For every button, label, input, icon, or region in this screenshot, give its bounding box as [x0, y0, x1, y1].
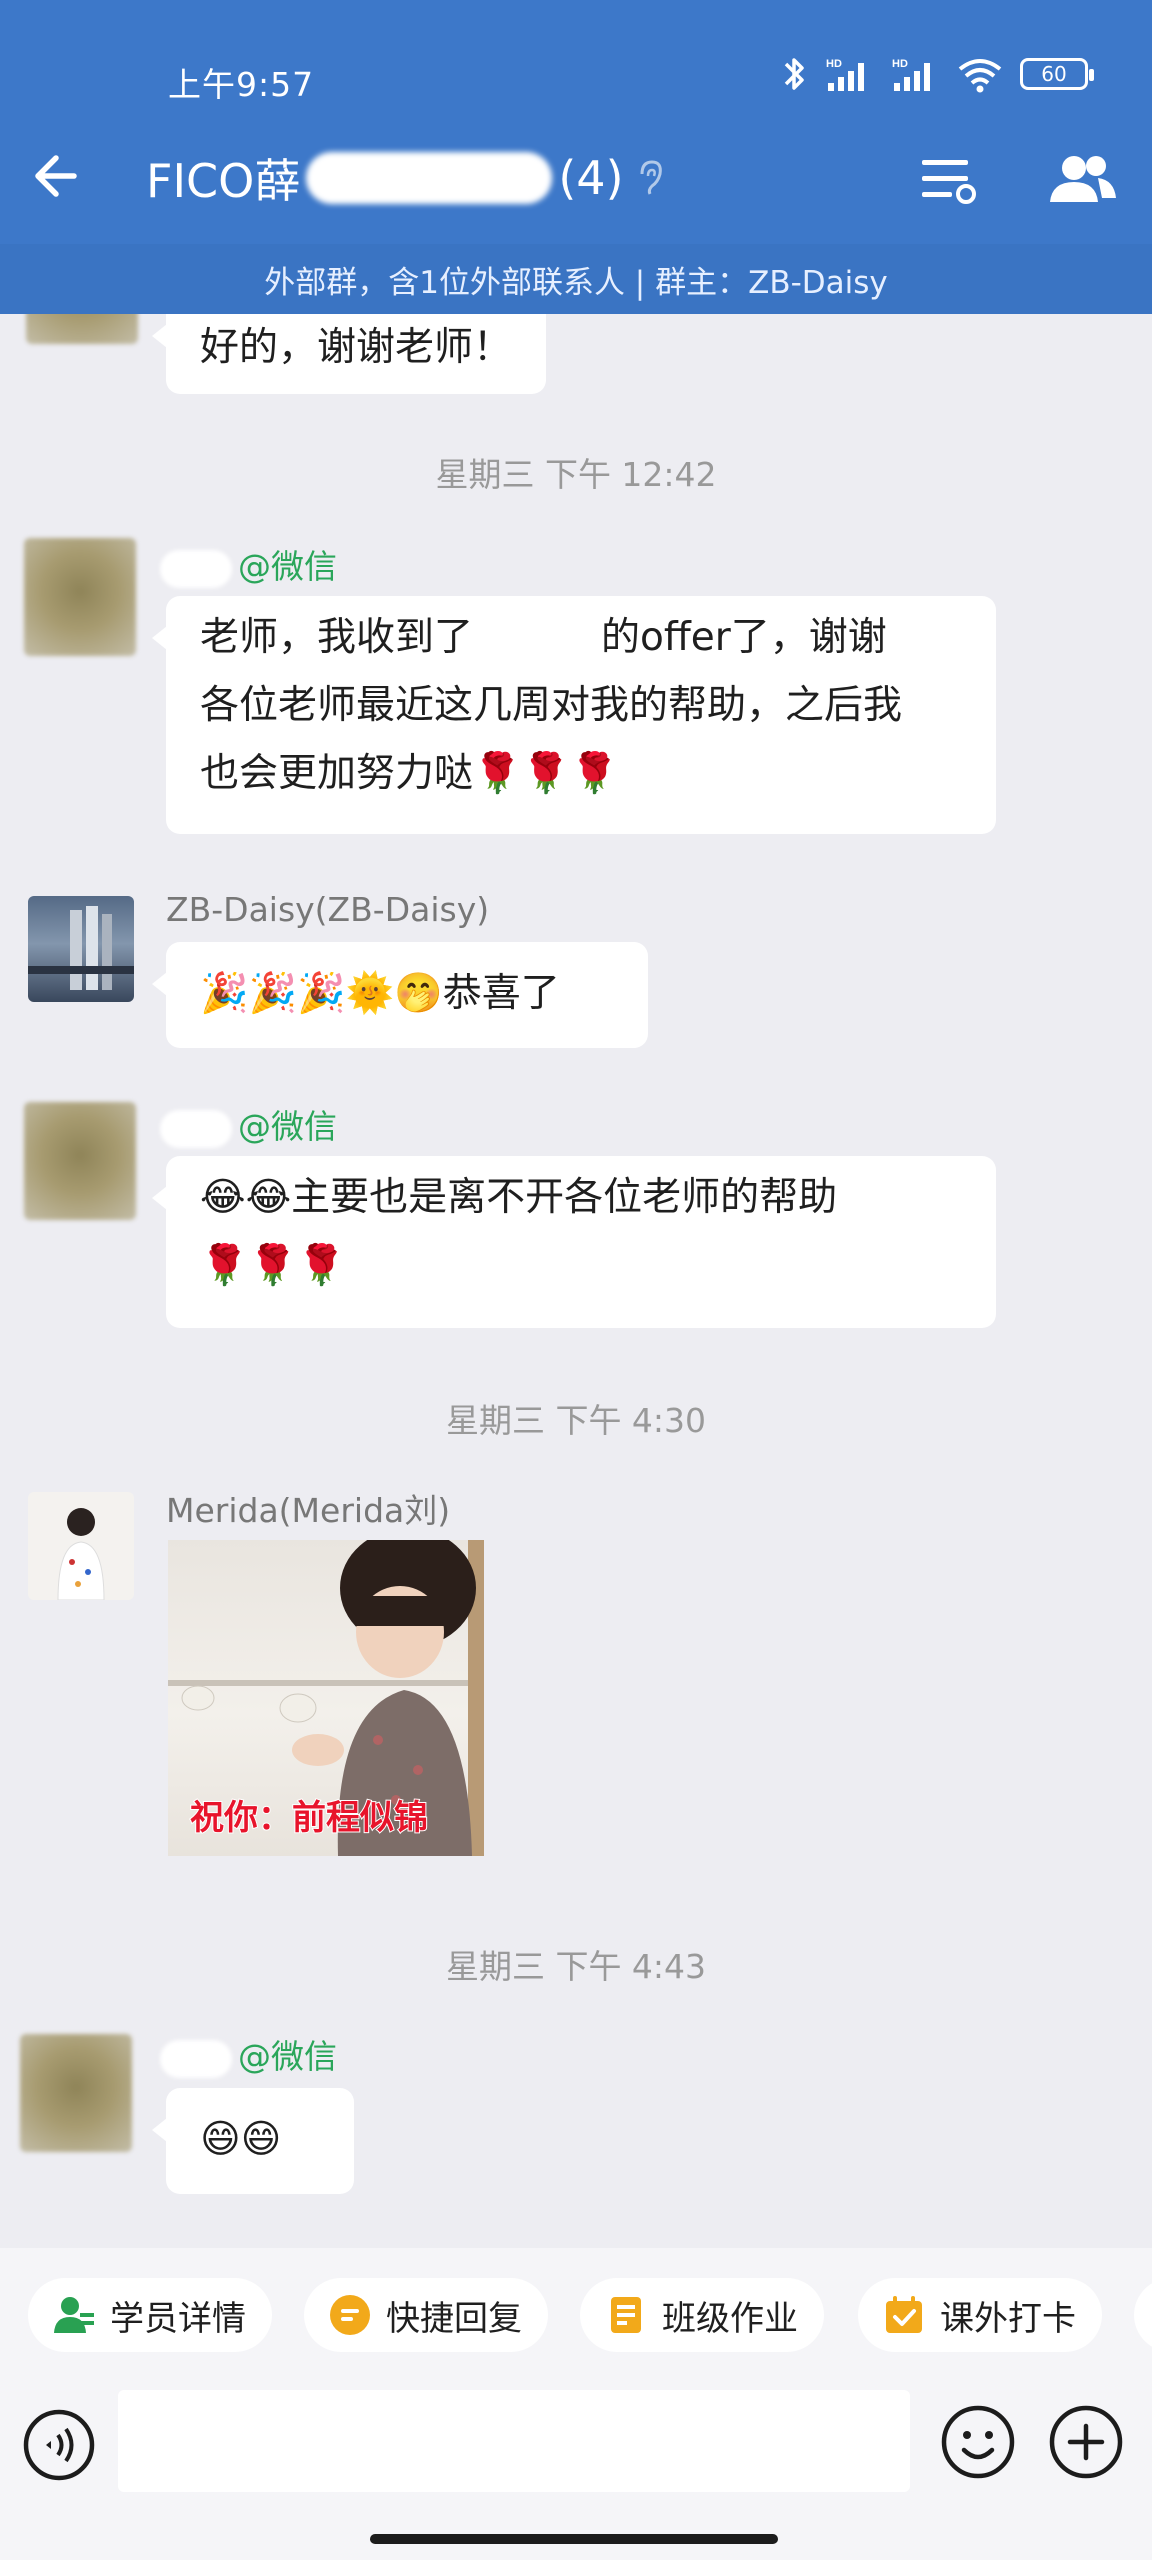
- chat-area[interactable]: 好的，谢谢老师！ 星期三 下午 12:42 @微信 老师，我收到了 的offer了…: [0, 314, 1152, 2248]
- message-line: 😂😂主要也是离不开各位老师的帮助: [200, 1175, 838, 1220]
- redacted-sender: [160, 2039, 232, 2078]
- class-homework-button[interactable]: 班级作业: [580, 2278, 824, 2352]
- sender-name: @微信: [160, 1100, 337, 1148]
- message-line: 也会更加努力哒🌹🌹🌹: [200, 751, 619, 796]
- chip-label: 学员详情: [110, 2298, 246, 2339]
- avatar[interactable]: [24, 538, 136, 656]
- avatar[interactable]: [28, 1492, 134, 1600]
- members-icon[interactable]: [1046, 148, 1120, 210]
- quick-reply-button[interactable]: 快捷回复: [304, 2278, 548, 2352]
- chip-label: 班级作业: [662, 2298, 798, 2339]
- top-bar: 上午9:57 HD HD 60 FICO薛 (4): [0, 0, 1152, 244]
- redacted-name: [306, 152, 553, 204]
- status-icons: HD HD 60: [782, 54, 1094, 94]
- chat-title-prefix: FICO薛: [146, 154, 301, 208]
- homework-icon: [611, 2297, 641, 2333]
- sender-name: ZB-Daisy(ZB-Daisy): [166, 890, 490, 929]
- student-details-button[interactable]: 学员详情: [28, 2278, 272, 2352]
- avatar[interactable]: [20, 2034, 132, 2152]
- message-item: ZB-Daisy(ZB-Daisy) 🎉🎉🎉🌞🤭恭喜了: [0, 890, 1152, 1050]
- wifi-icon: [958, 59, 1002, 93]
- message-bubble[interactable]: 🎉🎉🎉🌞🤭恭喜了: [152, 942, 648, 1048]
- sender-name: @微信: [160, 2030, 337, 2078]
- quick-actions-bar: 学员详情 快捷回复 班级作业 课外打卡: [0, 2248, 1152, 2384]
- message-bubble[interactable]: 好的，谢谢老师！: [151, 314, 547, 394]
- message-line: 老师，我收到了 的offer了，谢谢: [200, 615, 887, 660]
- sender-name: Merida(Merida刘): [166, 1491, 451, 1530]
- building-image: [28, 906, 134, 990]
- back-arrow-icon[interactable]: [30, 146, 90, 206]
- message-item: @微信 😄😄: [0, 2030, 1152, 2194]
- chip-label: 课外打卡: [940, 2298, 1076, 2339]
- timestamp: 星期三 下午 12:42: [435, 455, 717, 494]
- svg-text:HD: HD: [892, 58, 908, 70]
- voice-icon[interactable]: [22, 2408, 96, 2482]
- message-item: Merida(Merida刘) 祝你：前程似锦: [0, 1484, 1152, 1884]
- message-item: 好的，谢谢老师！: [0, 314, 1152, 394]
- status-time: 上午9:57: [168, 65, 315, 104]
- chat-title: FICO薛 (4): [146, 146, 664, 210]
- timestamp: 星期三 下午 4:30: [445, 1401, 707, 1440]
- ear-icon: [640, 160, 662, 195]
- signal-icon: HD: [826, 58, 864, 91]
- member-count: (4): [558, 151, 624, 205]
- timestamp: 星期三 下午 4:43: [445, 1947, 707, 1986]
- student-icon: [54, 2297, 94, 2333]
- person-avatar-image: [57, 1508, 105, 1600]
- avatar[interactable]: [28, 896, 134, 1002]
- emoji-icon[interactable]: [940, 2404, 1016, 2480]
- message-line: 🌹🌹🌹: [200, 1243, 346, 1288]
- redacted-sender: [160, 549, 232, 588]
- bluetooth-icon: [784, 58, 804, 90]
- image-message[interactable]: 祝你：前程似锦: [168, 1540, 484, 1856]
- avatar[interactable]: [26, 314, 138, 344]
- wechat-tag: @微信: [238, 547, 337, 586]
- signal-icon-2: HD: [892, 58, 930, 91]
- redacted-sender: [160, 1109, 232, 1148]
- home-indicator[interactable]: [370, 2534, 778, 2544]
- plus-icon[interactable]: [1048, 2404, 1124, 2480]
- calendar-check-icon: [886, 2296, 922, 2333]
- message-item: @微信 😂😂主要也是离不开各位老师的帮助 🌹🌹🌹: [0, 1098, 1152, 1328]
- wechat-tag: @微信: [238, 2037, 337, 2076]
- message-bubble[interactable]: 😂😂主要也是离不开各位老师的帮助 🌹🌹🌹: [152, 1156, 996, 1328]
- svg-text:HD: HD: [826, 58, 842, 70]
- group-info-banner[interactable]: 外部群，含1位外部联系人 | 群主：ZB-Daisy: [0, 244, 1152, 314]
- message-input[interactable]: [118, 2390, 910, 2492]
- quick-reply-icon: [330, 2295, 370, 2335]
- message-line: 各位老师最近这几周对我的帮助，之后我: [200, 683, 903, 728]
- avatar[interactable]: [24, 1102, 136, 1220]
- message-item: @微信 老师，我收到了 的offer了，谢谢 各位老师最近这几周对我的帮助，之后我…: [0, 534, 1152, 834]
- image-caption: 祝你：前程似锦: [189, 1797, 429, 1839]
- message-bubble[interactable]: 😄😄: [152, 2088, 354, 2194]
- input-bar: [0, 2384, 1152, 2514]
- wechat-tag: @微信: [238, 1107, 337, 1146]
- menu-icon[interactable]: [916, 150, 980, 210]
- battery-indicator: 60: [1020, 58, 1094, 90]
- chip-label: 快捷回复: [386, 2298, 522, 2339]
- message-bubble[interactable]: 老师，我收到了 的offer了，谢谢 各位老师最近这几周对我的帮助，之后我 也会更…: [152, 596, 996, 834]
- sender-name: @微信: [160, 540, 337, 588]
- more-chip-edge[interactable]: [1134, 2278, 1152, 2352]
- extracurricular-checkin-button[interactable]: 课外打卡: [858, 2278, 1102, 2352]
